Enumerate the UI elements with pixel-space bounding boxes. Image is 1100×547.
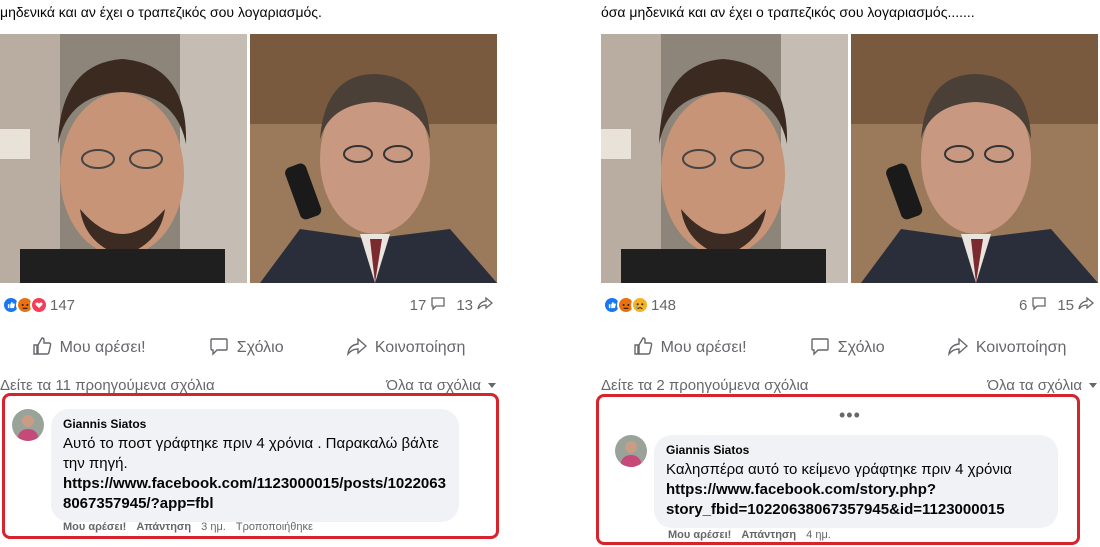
comments-header: Δείτε τα 11 προηγούμενα σχόλια Όλα τα σχ… <box>0 376 497 394</box>
comment-icon <box>430 295 446 315</box>
comment-timestamp[interactable]: 3 ημ. <box>201 521 226 533</box>
edited-label: Τροποποιήθηκε <box>235 521 313 533</box>
right-post: όσα μηδενικά και αν έχει ο τραπεζικός σο… <box>596 0 1098 547</box>
comment-filter-dropdown[interactable]: Όλα τα σχόλια <box>386 377 497 394</box>
reaction-count: 147 <box>50 296 76 314</box>
comment-author[interactable]: Giannis Siatos <box>63 417 447 431</box>
comment-count[interactable]: 17 <box>410 295 447 315</box>
comment-author[interactable]: Giannis Siatos <box>666 443 1046 457</box>
left-post: μηδενικά και αν έχει ο τραπεζικός σου λο… <box>0 0 499 547</box>
comment: Giannis Siatos Καλησπέρα αυτό το κείμενο… <box>615 435 1060 528</box>
post-stats: 148 6 15 <box>603 294 1095 316</box>
comment-reply-button[interactable]: Απάντηση <box>741 529 796 541</box>
share-arrow-icon <box>947 336 968 361</box>
comments-header: Δείτε τα 2 προηγούμενα σχόλια Όλα τα σχό… <box>601 376 1098 394</box>
thumbs-up-icon <box>32 336 52 361</box>
comment-bubble: Giannis Siatos Καλησπέρα αυτό το κείμενο… <box>654 435 1058 528</box>
photo-man-on-phone[interactable] <box>851 34 1098 283</box>
share-arrow-icon <box>346 336 367 361</box>
post-photos[interactable] <box>0 34 497 283</box>
thumbs-up-icon <box>633 336 653 361</box>
reactions-summary[interactable]: 148 <box>603 296 676 314</box>
comment-filter-dropdown[interactable]: Όλα τα σχόλια <box>987 377 1098 394</box>
reactions-summary[interactable]: 147 <box>2 296 75 314</box>
like-button[interactable]: Μου αρέσει! <box>633 336 747 361</box>
photo-bearded-man[interactable] <box>601 34 848 283</box>
reaction-count: 148 <box>651 296 677 314</box>
comment-bubble: Giannis Siatos Αυτό το ποστ γράφτηκε πρι… <box>51 409 459 522</box>
comment-bubble-icon <box>209 336 229 361</box>
post-text: μηδενικά και αν έχει ο τραπεζικός σου λο… <box>0 4 322 20</box>
share-button[interactable]: Κοινοποίηση <box>346 336 465 361</box>
comment-bubble-icon <box>810 336 830 361</box>
comment: Giannis Siatos Αυτό το ποστ γράφτηκε πρι… <box>12 409 462 522</box>
comment-reply-button[interactable]: Απάντηση <box>136 521 191 533</box>
post-stats: 147 17 13 <box>2 294 494 316</box>
comment-meta: Μου αρέσει! Απάντηση 4 ημ. <box>668 529 831 541</box>
comment-text: Αυτό το ποστ γράφτηκε πριν 4 χρόνια . Πα… <box>63 435 439 472</box>
avatar[interactable] <box>12 409 44 441</box>
comment-link[interactable]: https://www.facebook.com/story.php? stor… <box>666 480 1046 520</box>
share-button[interactable]: Κοινοποίηση <box>947 336 1066 361</box>
post-actions: Μου αρέσει! Σχόλιο Κοινοποίηση <box>0 333 497 363</box>
post-actions: Μου αρέσει! Σχόλιο Κοινοποίηση <box>601 333 1098 363</box>
caret-down-icon <box>487 377 497 394</box>
post-text: όσα μηδενικά και αν έχει ο τραπεζικός σο… <box>601 4 975 20</box>
comment-meta: Μου αρέσει! Απάντηση 3 ημ. Τροποποιήθηκε <box>63 521 313 533</box>
share-icon <box>477 295 494 315</box>
comment-icon <box>1031 295 1047 315</box>
comment-link[interactable]: https://www.facebook.com/1123000015/post… <box>63 474 447 514</box>
more-options-icon[interactable]: ••• <box>839 405 861 426</box>
post-photos[interactable] <box>601 34 1098 283</box>
share-count[interactable]: 13 <box>456 295 494 315</box>
view-previous-comments-link[interactable]: Δείτε τα 11 προηγούμενα σχόλια <box>0 377 215 394</box>
avatar[interactable] <box>615 435 647 467</box>
comment-like-button[interactable]: Μου αρέσει! <box>63 521 126 533</box>
love-reaction-icon <box>30 296 48 314</box>
comment-count[interactable]: 6 <box>1019 295 1047 315</box>
caret-down-icon <box>1088 377 1098 394</box>
comment-button[interactable]: Σχόλιο <box>209 336 284 361</box>
comment-button[interactable]: Σχόλιο <box>810 336 885 361</box>
comment-timestamp[interactable]: 4 ημ. <box>806 529 831 541</box>
comment-like-button[interactable]: Μου αρέσει! <box>668 529 731 541</box>
share-icon <box>1078 295 1095 315</box>
sad-reaction-icon <box>631 296 649 314</box>
share-count[interactable]: 15 <box>1057 295 1095 315</box>
view-previous-comments-link[interactable]: Δείτε τα 2 προηγούμενα σχόλια <box>601 377 808 394</box>
photo-bearded-man[interactable] <box>0 34 247 283</box>
comment-text: Καλησπέρα αυτό το κείμενο γράφτηκε πριν … <box>666 461 1012 478</box>
like-button[interactable]: Μου αρέσει! <box>32 336 146 361</box>
photo-man-on-phone[interactable] <box>250 34 497 283</box>
